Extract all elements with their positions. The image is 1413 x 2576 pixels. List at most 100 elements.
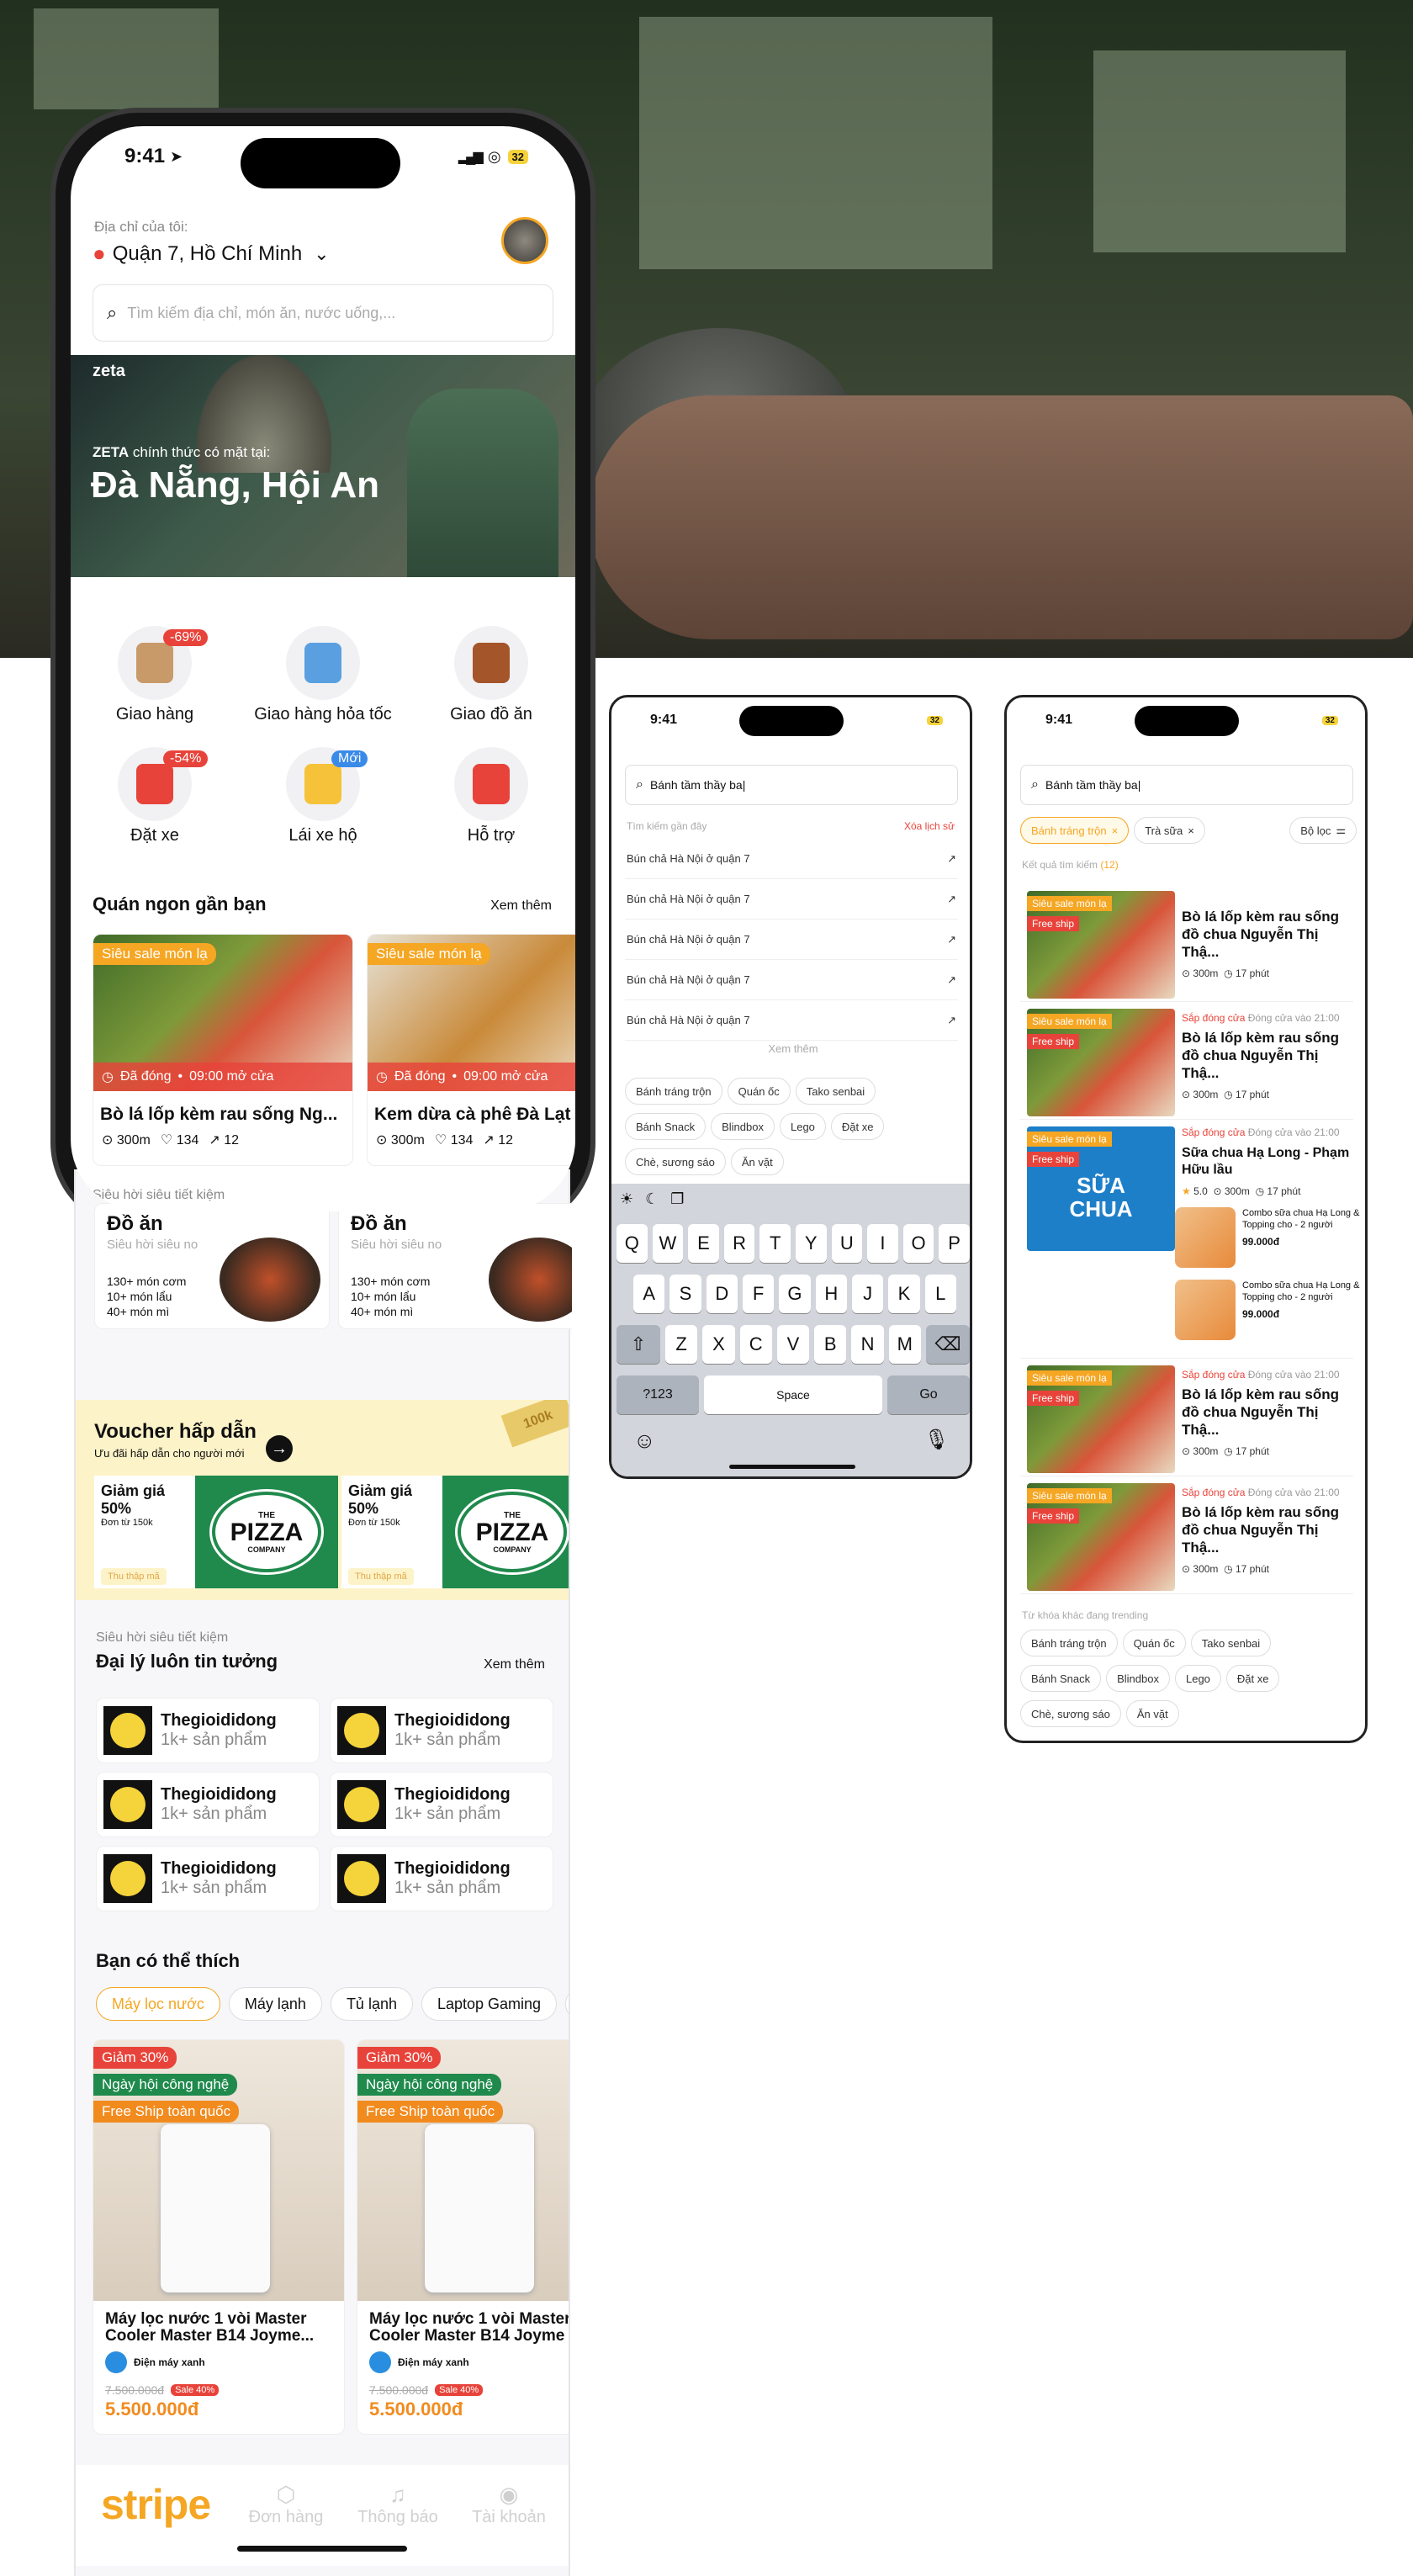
key-c[interactable]: C (739, 1325, 772, 1364)
keyword-chip[interactable]: Blindbox (1106, 1665, 1170, 1692)
agent-card[interactable]: Thegioididong 1k+ sản phẩm (96, 1846, 320, 1911)
service-0[interactable]: -69% Giao hàng (71, 626, 247, 724)
go-key[interactable]: Go (887, 1375, 970, 1414)
suggest-tab[interactable]: Tivi (565, 1987, 569, 2021)
clear-history-link[interactable]: Xóa lịch sử (904, 820, 955, 832)
key-v[interactable]: V (776, 1325, 810, 1364)
result-item[interactable]: Siêu sale món lạ Free ship Bò lá lốp kèm… (1020, 884, 1353, 1002)
combo-item[interactable]: Combo sữa chua Hạ Long & Topping cho - 2… (1175, 1207, 1360, 1268)
agent-card[interactable]: Thegioididong 1k+ sản phẩm (96, 1772, 320, 1837)
keyword-chip[interactable]: Tako senbai (1190, 1630, 1272, 1656)
keyword-chip[interactable]: Đặt xe (1225, 1665, 1280, 1692)
backspace-key[interactable]: ⌫ (926, 1325, 970, 1364)
key-y[interactable]: Y (795, 1224, 827, 1263)
key-d[interactable]: D (706, 1275, 738, 1313)
keyword-chip[interactable]: Chè, sương sáo (625, 1148, 726, 1175)
filter-button[interactable]: Bộ lọc ⚌ (1289, 817, 1357, 844)
keyword-chip[interactable]: Lego (779, 1113, 826, 1140)
avatar[interactable] (501, 217, 548, 264)
product-card[interactable]: Giảm 30% Ngày hội công nghệ Free Ship to… (357, 2039, 569, 2435)
suggest-tab[interactable]: Máy lọc nước (96, 1987, 220, 2021)
key-o[interactable]: O (902, 1224, 934, 1263)
keyword-chip[interactable]: Bánh Snack (1020, 1665, 1102, 1692)
key-s[interactable]: S (669, 1275, 701, 1313)
close-icon[interactable]: × (1112, 824, 1119, 837)
agent-card[interactable]: Thegioididong 1k+ sản phẩm (330, 1772, 553, 1837)
keyword-chip[interactable]: Quán ốc (727, 1078, 791, 1105)
keyword-chip[interactable]: Bánh Snack (625, 1113, 706, 1140)
keyword-chip[interactable]: Bánh tráng trộn (1020, 1630, 1118, 1656)
agent-card[interactable]: Thegioididong 1k+ sản phẩm (330, 1698, 553, 1763)
product-card[interactable]: Giảm 30% Ngày hội công nghệ Free Ship to… (93, 2039, 345, 2435)
nearby-card[interactable]: Siêu sale món lạ ◷ Đã đóng • 09:00 mở cửa K… (367, 934, 575, 1166)
key-f[interactable]: F (742, 1275, 775, 1313)
key-b[interactable]: B (814, 1325, 847, 1364)
key-x[interactable]: X (702, 1325, 735, 1364)
keyword-chip[interactable]: Tako senbai (795, 1078, 876, 1105)
agent-card[interactable]: Thegioididong 1k+ sản phẩm (96, 1698, 320, 1763)
recent-search-item[interactable]: Bún chả Hà Nội ở quận 7 ↗ (625, 839, 958, 879)
combo-item[interactable]: Combo sữa chua Hạ Long & Topping cho - 2… (1175, 1280, 1360, 1340)
keyword-chip[interactable]: Blindbox (711, 1113, 775, 1140)
numbers-key[interactable]: ?123 (617, 1375, 699, 1414)
service-1[interactable]: Giao hàng hỏa tốc (230, 626, 415, 724)
nav-account[interactable]: ◉ Tài khoản (463, 2482, 555, 2527)
moon-icon[interactable]: ☾ (645, 1190, 659, 1208)
service-2[interactable]: Giao đồ ăn (399, 626, 575, 724)
key-g[interactable]: G (779, 1275, 811, 1313)
keyword-chip[interactable]: Đặt xe (830, 1113, 885, 1140)
close-icon[interactable]: × (1188, 824, 1194, 837)
voucher-card[interactable]: Giảm giá 50% Đơn từ 150k Thu thập mã THE… (341, 1476, 569, 1588)
emoji-icon[interactable]: ☺ (633, 1428, 656, 1454)
arrow-right-icon[interactable]: → (266, 1435, 293, 1462)
recent-search-item[interactable]: Bún chả Hà Nội ở quận 7 ↗ (625, 920, 958, 960)
key-t[interactable]: T (759, 1224, 791, 1263)
key-k[interactable]: K (888, 1275, 920, 1313)
agents-more-link[interactable]: Xem thêm (484, 1657, 545, 1672)
service-3[interactable]: -54% Đặt xe (71, 747, 247, 845)
key-z[interactable]: Z (665, 1325, 698, 1364)
key-l[interactable]: L (924, 1275, 956, 1313)
service-4[interactable]: Mới Lái xe hộ (230, 747, 415, 845)
keyword-chip[interactable]: Ăn vặt (730, 1148, 784, 1175)
voucher-card[interactable]: Giảm giá 50% Đơn từ 150k Thu thập mã THE… (94, 1476, 338, 1588)
result-item[interactable]: Siêu sale món lạ Free ship Sắp đóng cửa … (1020, 1359, 1353, 1476)
promo-banner[interactable]: zeta ZETA chính thức có mặt tại: Đà Nẵng… (71, 355, 575, 577)
recent-search-item[interactable]: Bún chả Hà Nội ở quận 7 ↗ (625, 960, 958, 1000)
shift-key[interactable]: ⇧ (617, 1325, 660, 1364)
suggest-tab[interactable]: Máy lạnh (228, 1987, 322, 2021)
filter-chip-active[interactable]: Bánh tráng trộn × (1020, 817, 1130, 844)
key-h[interactable]: H (815, 1275, 847, 1313)
nearby-more-link[interactable]: Xem thêm (490, 898, 552, 914)
key-e[interactable]: E (688, 1224, 719, 1263)
space-key[interactable]: Space (704, 1375, 882, 1414)
key-u[interactable]: U (831, 1224, 863, 1263)
keyword-chip[interactable]: Quán ốc (1122, 1630, 1186, 1656)
keyword-chip[interactable]: Bánh tráng trộn (625, 1078, 722, 1105)
collect-code-button[interactable]: Thu thập mã (348, 1568, 414, 1585)
keyword-chip[interactable]: Lego (1174, 1665, 1221, 1692)
nearby-card[interactable]: Siêu sale món lạ ◷ Đã đóng • 09:00 mở cửa B… (93, 934, 353, 1166)
suggest-tab[interactable]: Laptop Gaming (421, 1987, 558, 2021)
stripe-logo[interactable]: stripe (101, 2480, 211, 2529)
key-a[interactable]: A (633, 1275, 665, 1313)
result-item[interactable]: Siêu sale món lạ Free ship Sắp đóng cửa … (1020, 1002, 1353, 1120)
key-w[interactable]: W (652, 1224, 684, 1263)
result-item[interactable]: Siêu sale món lạ Free ship Sắp đóng cửa … (1020, 1476, 1353, 1594)
key-r[interactable]: R (723, 1224, 755, 1263)
search-input[interactable]: ⌕ Bánh tầm thầy ba| (625, 765, 958, 805)
see-more-link[interactable]: Xem thêm (611, 1042, 970, 1055)
keyword-chip[interactable]: Chè, sương sáo (1020, 1700, 1121, 1727)
recent-search-item[interactable]: Bún chả Hà Nội ở quận 7 ↗ (625, 1000, 958, 1041)
microphone-icon[interactable]: 🎙︎ (924, 1428, 950, 1452)
keyword-chip[interactable]: Ăn vặt (1125, 1700, 1179, 1727)
agent-card[interactable]: Thegioididong 1k+ sản phẩm (330, 1846, 553, 1911)
suggest-tab[interactable]: Tủ lạnh (330, 1987, 413, 2021)
result-item-with-combos[interactable]: Siêu sale món lạ Free ship SỮA CHUA Sắp … (1020, 1120, 1359, 1359)
key-m[interactable]: M (888, 1325, 921, 1364)
nav-notifications[interactable]: ♫ Thông báo (352, 2482, 444, 2527)
search-input[interactable]: ⌕ Bánh tầm thầy ba| (1020, 765, 1353, 805)
key-n[interactable]: N (851, 1325, 884, 1364)
key-j[interactable]: J (851, 1275, 884, 1313)
nav-orders[interactable]: ⬡ Đơn hàng (244, 2482, 328, 2527)
